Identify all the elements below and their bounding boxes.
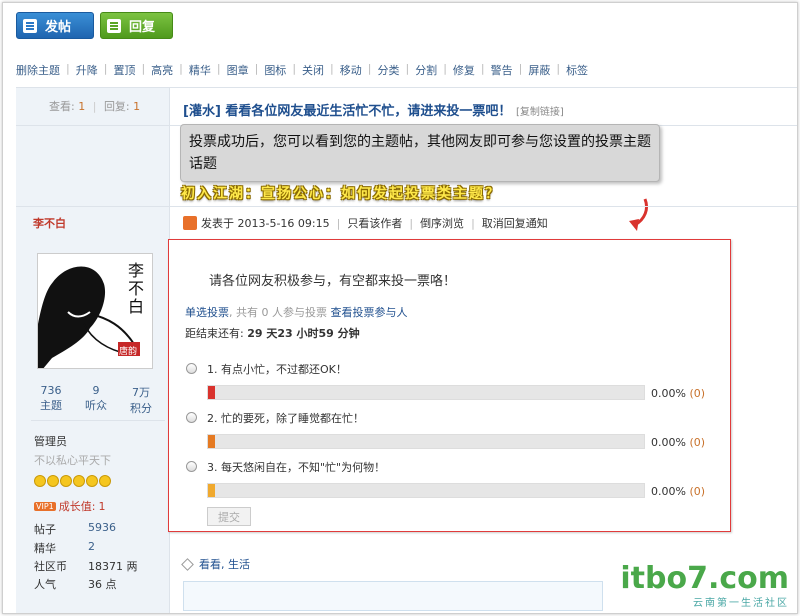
stat-topics[interactable]: 736 主题 bbox=[31, 384, 71, 416]
watermark-slogan: 云南第一生活社区 bbox=[693, 598, 789, 609]
poll-option-result: 0.00% (0) bbox=[651, 436, 706, 449]
callout-arrow-icon bbox=[629, 198, 649, 231]
thread-stats: 查看: 1 | 回复: 1 bbox=[49, 100, 141, 113]
poll-bar-fill bbox=[208, 484, 215, 497]
smiley-icon bbox=[99, 475, 111, 487]
poll-bar-track bbox=[207, 483, 645, 498]
site-watermark: itbo7.com 云南第一生活社区 bbox=[620, 561, 789, 610]
tags-links[interactable]: 看看, 生活 bbox=[199, 556, 250, 572]
mod-action[interactable]: 删除主题 bbox=[16, 62, 60, 78]
watermark-logo: itbo7.com bbox=[620, 561, 789, 596]
mod-action[interactable]: 图标 bbox=[264, 62, 286, 78]
poll-bar-track bbox=[207, 434, 645, 449]
poll-box: 请各位网友积极参与，有空都来投一票咯！ 单选投票, 共有 0 人参与投票 查看投… bbox=[168, 239, 731, 532]
stat-followers[interactable]: 9 听众 bbox=[76, 384, 116, 416]
avatar[interactable]: 李不白 唐韵 bbox=[37, 253, 153, 369]
poll-option-radio[interactable] bbox=[186, 412, 197, 423]
reverse-order-link[interactable]: 倒序浏览 bbox=[420, 215, 464, 231]
mod-action[interactable]: 分类 bbox=[377, 62, 399, 78]
reply-label: 回复 bbox=[129, 20, 156, 35]
field-posts: 帖子 5936 bbox=[34, 521, 116, 536]
field-popularity: 人气 36 点 bbox=[34, 578, 117, 591]
only-author-link[interactable]: 只看该作者 bbox=[347, 215, 402, 231]
mod-action[interactable]: 图章 bbox=[227, 62, 249, 78]
reply-icon bbox=[107, 18, 121, 33]
mod-action[interactable]: 标签 bbox=[566, 62, 588, 78]
divider bbox=[31, 420, 165, 421]
tutorial-callout: 投票成功后，您可以看到您的主题帖，其他网友即可参与您设置的投票主题话题 bbox=[180, 124, 660, 182]
poll-option-label: 3. 每天悠闲自在，不知"忙"为何物！ bbox=[207, 461, 386, 474]
post-meta: 发表于 2013-5-16 09:15 | 只看该作者 | 倒序浏览 | 取消回… bbox=[183, 215, 548, 231]
avatar-seal: 唐韵 bbox=[119, 347, 138, 357]
poll-bar-fill bbox=[208, 386, 215, 399]
new-post-button[interactable]: 发帖 bbox=[16, 12, 94, 39]
user-motto: 不以私心平天下 bbox=[34, 454, 111, 467]
poll-remaining: 距结束还有: 29 天23 小时59 分钟 bbox=[185, 327, 360, 340]
thread-title-text[interactable]: [灌水] 看看各位网友最近生活忙不忙，请进来投一票吧！ bbox=[183, 104, 511, 119]
smiley-icon bbox=[86, 475, 98, 487]
field-digest: 精华 2 bbox=[34, 540, 95, 555]
smiley-icon bbox=[73, 475, 85, 487]
poll-submit-button[interactable]: 提交 bbox=[207, 507, 251, 526]
growth-value: VIP1 成长值: 1 bbox=[34, 499, 106, 513]
poll-intro: 请各位网友积极参与，有空都来投一票咯！ bbox=[209, 274, 457, 289]
reply-button[interactable]: 回复 bbox=[100, 12, 173, 39]
field-coins: 社区币 18371 两 bbox=[34, 560, 138, 573]
author-stats: 736 主题 9 听众 7万 积分 bbox=[31, 384, 161, 416]
user-icon bbox=[183, 216, 197, 230]
rank-icons bbox=[34, 475, 112, 487]
poll-option-result: 0.00% (0) bbox=[651, 387, 706, 400]
avatar-calligraphy: 李不白 bbox=[125, 262, 144, 316]
post-tags: 看看, 生活 bbox=[181, 556, 250, 572]
author-name[interactable]: 李不白 bbox=[33, 215, 66, 231]
mod-action[interactable]: 修复 bbox=[453, 62, 475, 78]
mod-action[interactable]: 精华 bbox=[189, 62, 211, 78]
new-post-label: 发帖 bbox=[45, 20, 72, 35]
smiley-icon bbox=[60, 475, 72, 487]
copy-link[interactable]: [复制链接] bbox=[516, 107, 564, 118]
poll-option-label: 2. 忙的要死，除了睡觉都在忙！ bbox=[207, 412, 364, 425]
poll-option-radio[interactable] bbox=[186, 363, 197, 374]
mod-action[interactable]: 高亮 bbox=[151, 62, 173, 78]
mod-action[interactable]: 分割 bbox=[415, 62, 437, 78]
post-date: 发表于 2013-5-16 09:15 bbox=[201, 217, 330, 230]
mod-action[interactable]: 关闭 bbox=[302, 62, 324, 78]
vip-badge: VIP1 bbox=[34, 501, 56, 511]
mod-action[interactable]: 屏蔽 bbox=[528, 62, 550, 78]
tag-icon bbox=[181, 557, 194, 571]
view-voters-link[interactable]: 查看投票参与人 bbox=[330, 306, 407, 319]
poll-option-label: 1. 有点小忙，不过都还OK！ bbox=[207, 363, 347, 376]
mod-action[interactable]: 移动 bbox=[340, 62, 362, 78]
smiley-icon bbox=[47, 475, 59, 487]
moderation-toolbar: 删除主题 | 升降 | 置顶 | 高亮 | 精华 | 图章 | 图标 | 关闭 | 移动 | 分类… bbox=[16, 62, 589, 78]
reply-box[interactable] bbox=[183, 581, 603, 611]
cancel-notify-link[interactable]: 取消回复通知 bbox=[482, 215, 548, 231]
page-frame: 发帖 回复 删除主题 | 升降 | 置顶 | 高亮 | 精华 | 图章 | 图标 | 关闭 | … bbox=[2, 2, 798, 614]
thread-title: [灌水] 看看各位网友最近生活忙不忙，请进来投一票吧！ [复制链接] bbox=[183, 100, 564, 119]
divider bbox=[16, 206, 797, 207]
mod-action[interactable]: 升降 bbox=[76, 62, 98, 78]
tutorial-headline: 初入江湖：宣扬公心：如何发起投票类主题？ bbox=[181, 186, 501, 202]
smiley-icon bbox=[34, 475, 46, 487]
mod-action[interactable]: 置顶 bbox=[113, 62, 135, 78]
poll-bar-fill bbox=[208, 435, 215, 448]
poll-info: 单选投票, 共有 0 人参与投票 查看投票参与人 bbox=[185, 306, 408, 319]
user-group[interactable]: 管理员 bbox=[34, 433, 67, 449]
mod-action[interactable]: 警告 bbox=[491, 62, 513, 78]
poll-option-result: 0.00% (0) bbox=[651, 485, 706, 498]
poll-bar-track bbox=[207, 385, 645, 400]
stat-points[interactable]: 7万 积分 bbox=[121, 384, 161, 416]
compose-icon bbox=[23, 18, 37, 33]
poll-option-radio[interactable] bbox=[186, 461, 197, 472]
